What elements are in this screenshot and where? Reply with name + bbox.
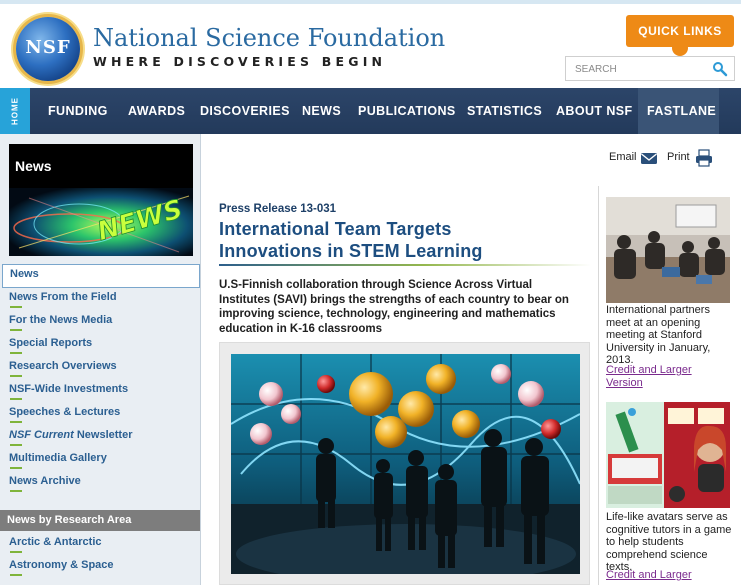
- sidebar-item-label: NSF-Wide Investments: [9, 383, 129, 395]
- left-sidebar: News NEWS News News From the Field For t…: [0, 134, 201, 585]
- credit-link-line-1: Credit and Larger: [606, 364, 692, 376]
- sidebar-item-news[interactable]: News: [2, 264, 200, 288]
- sidebar-item-news-archive[interactable]: News Archive: [2, 472, 200, 495]
- headline-line-1: International Team Targets: [219, 219, 452, 239]
- sidebar-item-label: Arctic & Antarctic: [9, 536, 102, 548]
- email-icon[interactable]: [640, 150, 658, 166]
- nsf-logo[interactable]: NSF: [16, 17, 80, 81]
- sidebar-item-label: Astronomy & Space: [9, 559, 114, 571]
- news-banner-title: News: [15, 158, 52, 174]
- search-box[interactable]: [565, 56, 735, 81]
- feature-photo-frame: [219, 342, 590, 585]
- sidebar-item-multimedia-gallery[interactable]: Multimedia Gallery: [2, 449, 200, 472]
- divider: [10, 551, 22, 553]
- news-graphic-image: NEWS: [9, 188, 193, 256]
- logo-text: NSF: [25, 37, 71, 58]
- sidebar-item-label-suffix: Newsletter: [73, 429, 133, 441]
- sidebar-item-label: Special Reports: [9, 337, 93, 349]
- nav-publications[interactable]: PUBLICATIONS: [358, 88, 456, 134]
- email-link[interactable]: Email: [609, 151, 637, 163]
- sidebar-item-label: NSF Current: [9, 429, 74, 441]
- site-header: NSF National Science Foundation WHERE DI…: [0, 4, 741, 88]
- site-tagline: WHERE DISCOVERIES BEGIN: [93, 54, 387, 69]
- nav-news[interactable]: NEWS: [302, 88, 341, 134]
- meeting-photo-image: [606, 197, 730, 303]
- feature-photo[interactable]: [231, 354, 580, 574]
- sidebar-item-research-overviews[interactable]: Research Overviews: [2, 357, 200, 380]
- print-link[interactable]: Print: [667, 151, 690, 163]
- divider: [10, 444, 22, 446]
- research-area-list: Arctic & Antarctic Astronomy & Space: [2, 533, 200, 579]
- nav-fastlane[interactable]: FASTLANE: [647, 88, 716, 134]
- divider: [10, 574, 22, 576]
- sidebar-item-arctic-antarctic[interactable]: Arctic & Antarctic: [2, 533, 200, 556]
- sidebar-item-astronomy-space[interactable]: Astronomy & Space: [2, 556, 200, 579]
- quick-links-label: QUICK LINKS: [638, 24, 722, 38]
- sidebar-item-nsf-wide-investments[interactable]: NSF-Wide Investments: [2, 380, 200, 403]
- nav-awards[interactable]: AWARDS: [128, 88, 185, 134]
- sidebar-item-label: Multimedia Gallery: [9, 452, 107, 464]
- divider: [10, 490, 22, 492]
- news-banner: News NEWS: [9, 144, 193, 256]
- sidebar-item-label: News Archive: [9, 475, 81, 487]
- meeting-photo[interactable]: [606, 197, 730, 303]
- avatar-game-image[interactable]: [606, 402, 730, 508]
- search-input[interactable]: [575, 61, 705, 77]
- search-icon[interactable]: [712, 61, 728, 77]
- nav-statistics[interactable]: STATISTICS: [467, 88, 542, 134]
- quick-links-button[interactable]: QUICK LINKS: [626, 15, 734, 75]
- site-title[interactable]: National Science Foundation: [93, 24, 445, 52]
- meeting-photo-caption: International partners meet at an openin…: [606, 304, 711, 367]
- credit-link-line-2: Version: [606, 376, 643, 389]
- sidebar-item-label: For the News Media: [9, 314, 113, 326]
- sidebar-item-label: Research Overviews: [9, 360, 117, 372]
- print-icon[interactable]: [695, 149, 713, 167]
- headline-divider: [219, 264, 591, 266]
- avatar-credit-link[interactable]: Credit and Larger: [606, 569, 692, 582]
- article-summary: U.S-Finnish collaboration through Scienc…: [219, 279, 569, 335]
- quick-links-chevron-icon: [672, 40, 731, 75]
- divider: [10, 467, 22, 469]
- press-release-number: Press Release 13-031: [219, 203, 337, 215]
- sidebar-item-nsf-current-newsletter[interactable]: NSF Current Newsletter: [2, 426, 200, 449]
- sidebar-item-label: News: [10, 268, 39, 280]
- nav-discoveries[interactable]: DISCOVERIES: [200, 88, 290, 134]
- page-title: International Team Targets Innovations i…: [219, 218, 579, 262]
- nav-home-label: HOME: [10, 97, 20, 125]
- research-area-heading: News by Research Area: [0, 510, 200, 531]
- sidebar-item-label: News From the Field: [9, 291, 117, 303]
- divider: [10, 421, 22, 423]
- divider: [10, 329, 22, 331]
- main-nav: HOME FUNDING AWARDS DISCOVERIES NEWS PUB…: [0, 88, 741, 134]
- divider: [10, 398, 22, 400]
- nav-home[interactable]: HOME: [0, 88, 30, 134]
- meeting-credit-link[interactable]: Credit and Larger Version: [606, 364, 692, 389]
- nav-funding[interactable]: FUNDING: [48, 88, 108, 134]
- divider: [10, 306, 22, 308]
- sidebar-item-for-the-news-media[interactable]: For the News Media: [2, 311, 200, 334]
- sidebar-item-news-from-the-field[interactable]: News From the Field: [2, 288, 200, 311]
- right-column-divider: [598, 186, 599, 585]
- sidebar-item-special-reports[interactable]: Special Reports: [2, 334, 200, 357]
- avatar-game-graphic: [606, 402, 730, 508]
- news-nav-list: News News From the Field For the News Me…: [2, 264, 200, 495]
- divider: [10, 352, 22, 354]
- sidebar-item-label: Speeches & Lectures: [9, 406, 121, 418]
- sidebar-item-speeches-lectures[interactable]: Speeches & Lectures: [2, 403, 200, 426]
- nav-about-nsf[interactable]: ABOUT NSF: [556, 88, 633, 134]
- divider: [10, 375, 22, 377]
- headline-line-2: Innovations in STEM Learning: [219, 241, 483, 261]
- avatar-caption: Life-like avatars serve as cognitive tut…: [606, 511, 732, 574]
